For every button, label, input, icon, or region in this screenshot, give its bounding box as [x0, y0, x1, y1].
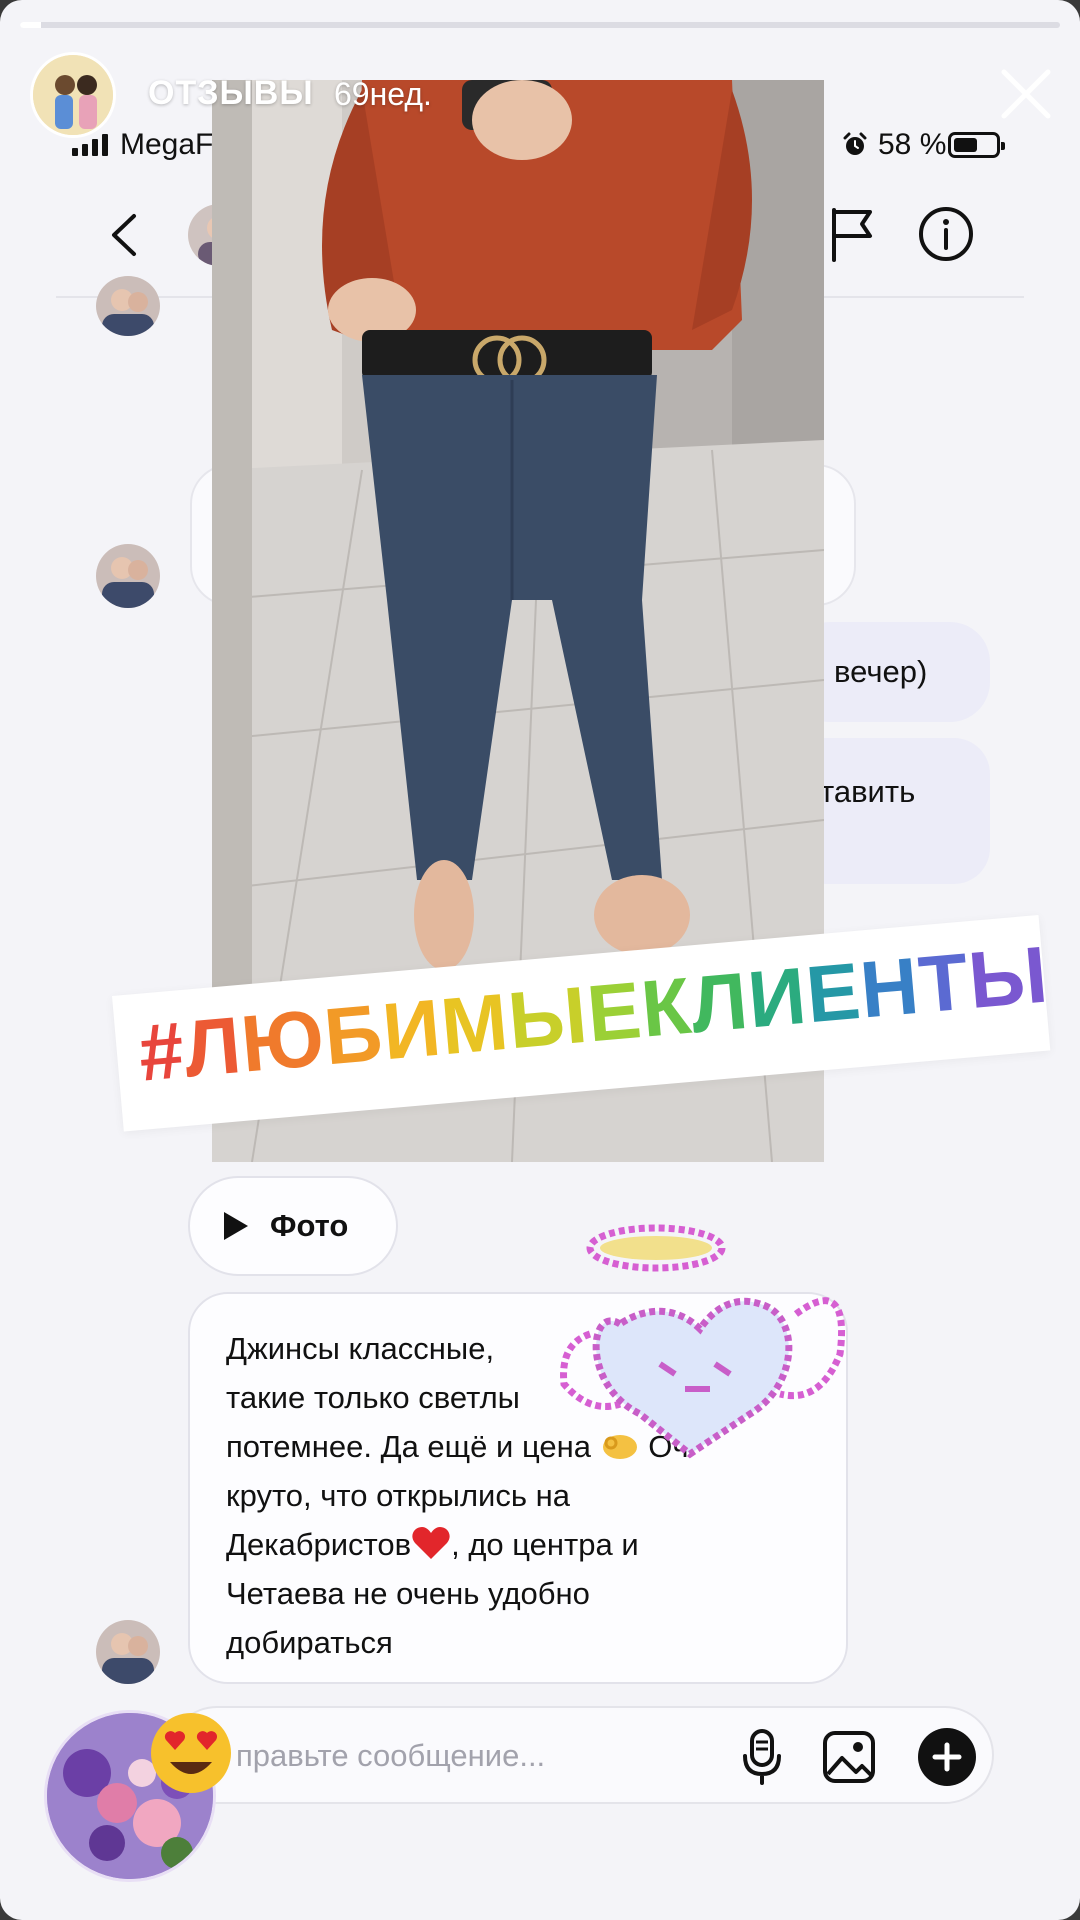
story-account-avatar[interactable] [30, 52, 116, 138]
hashtag-letter: # [135, 1005, 189, 1098]
photo-message-bubble[interactable]: Фото [188, 1176, 398, 1276]
hashtag-letter: Л [180, 1000, 246, 1094]
hashtag-letter: Е [802, 945, 865, 1040]
review-text-line: Декабристов , до центра и [226, 1520, 816, 1569]
message-avatar [96, 1620, 160, 1684]
photo-label: Фото [270, 1208, 349, 1243]
hashtag-letter: М [437, 976, 513, 1072]
story-progress-fill [20, 22, 41, 28]
close-icon[interactable] [996, 64, 1056, 124]
hashtag-letter: Ы [965, 929, 1052, 1026]
story-viewer: MegaF 58 % вечер) тавить #ЛЮБИМЫЕКЛИЕНТЫ… [0, 0, 1080, 1920]
battery-percentage: 58 % [878, 128, 947, 161]
carrier-name: MegaF [120, 128, 214, 161]
hashtag-letter: Н [856, 940, 924, 1035]
red-heart-emoji-icon [412, 1527, 450, 1559]
story-timestamp: 69нед. [334, 76, 432, 112]
pixel-angel-heart-sticker [560, 1224, 846, 1459]
composer-placeholder: правьте сообщение... [236, 1738, 546, 1773]
hashtag-letter: К [637, 960, 696, 1054]
hashtag-letter: Л [687, 955, 753, 1050]
flag-icon[interactable] [826, 206, 876, 262]
hashtag-letter: Ы [504, 969, 592, 1066]
review-text-fragment: , до центра и [451, 1527, 639, 1562]
hashtag-letter: И [744, 950, 811, 1045]
battery-icon [948, 132, 1005, 158]
message-composer[interactable]: правьте сообщение... [168, 1706, 994, 1804]
info-icon[interactable] [918, 206, 974, 262]
image-icon[interactable] [822, 1730, 876, 1784]
review-text-fragment: Декабристов [226, 1527, 412, 1562]
add-button[interactable] [918, 1728, 976, 1786]
review-text-fragment: потемнее. Да ещё и цена [226, 1429, 591, 1464]
microphone-icon[interactable] [740, 1728, 784, 1786]
hashtag-letter: Ю [237, 992, 329, 1089]
outgoing-message-text: вечер) [834, 654, 928, 689]
chevron-left-icon[interactable] [104, 210, 144, 260]
hashtag-letter: Б [320, 987, 387, 1082]
hashtag-letter: И [378, 982, 445, 1077]
message-avatar [96, 276, 160, 336]
outgoing-message-text: тавить [820, 774, 916, 809]
review-text-line: добираться [226, 1625, 393, 1660]
story-highlight-title: ОТЗЫВЫ [148, 74, 314, 112]
plus-icon [932, 1742, 962, 1772]
review-text-line: Четаева не очень удобно [226, 1576, 590, 1611]
play-icon [224, 1212, 248, 1240]
heart-eyes-emoji-icon [151, 1713, 231, 1793]
hashtag-letter: Т [915, 936, 973, 1030]
message-avatar [96, 544, 160, 608]
review-text-line: круто, что открылись на [226, 1478, 570, 1513]
alarm-icon [843, 132, 867, 155]
hashtag-letter: Е [583, 965, 646, 1059]
story-progress-bar [20, 22, 1060, 28]
